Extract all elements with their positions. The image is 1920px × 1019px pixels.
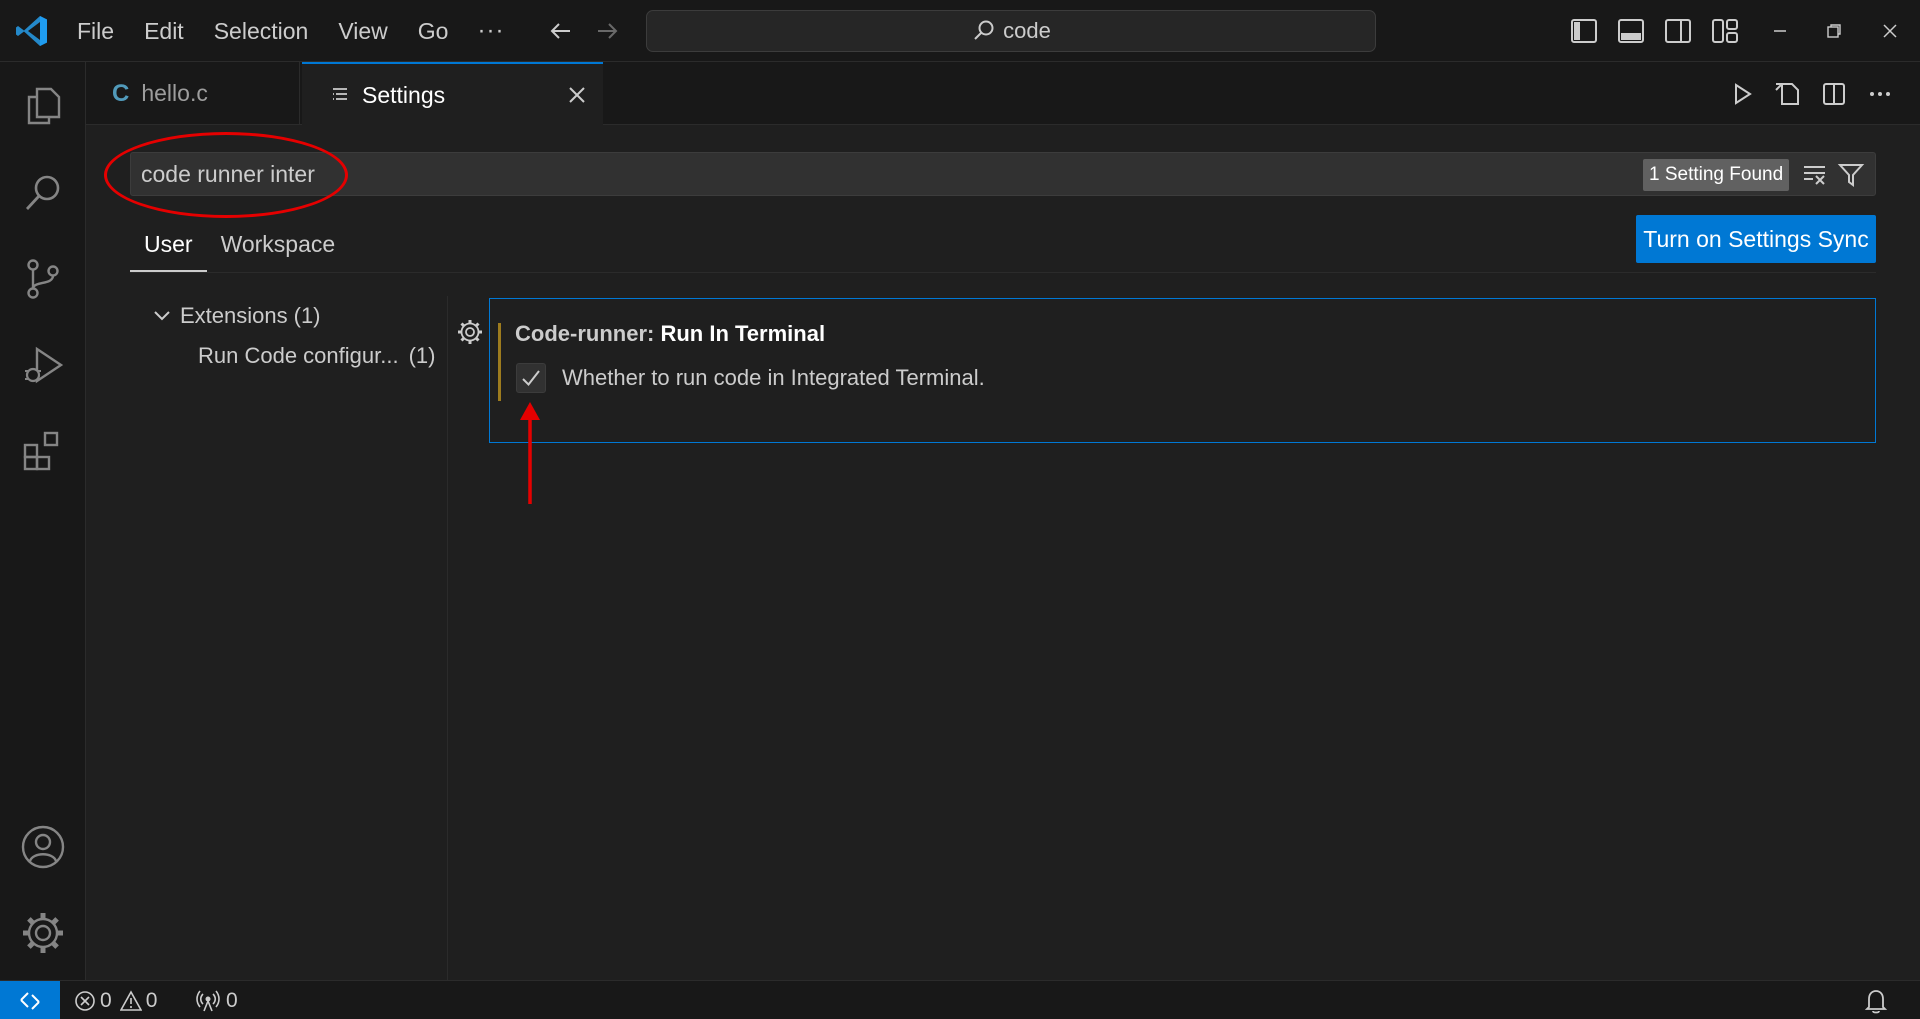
ports-count: 0 xyxy=(226,988,238,1012)
settings-search-box: 1 Setting Found xyxy=(130,152,1876,196)
c-file-icon: C xyxy=(112,79,130,107)
menu-bar: File Edit Selection View Go ··· xyxy=(62,0,518,62)
source-control-icon[interactable] xyxy=(18,254,68,304)
setting-name: Run In Terminal xyxy=(660,321,826,346)
remote-indicator-icon[interactable] xyxy=(0,981,60,1019)
error-icon xyxy=(75,990,95,1011)
close-icon[interactable] xyxy=(565,83,589,107)
settings-scope-tabs: User Workspace xyxy=(130,226,349,272)
menu-file[interactable]: File xyxy=(62,11,129,51)
split-editor-icon[interactable] xyxy=(1816,76,1852,112)
minimize-icon[interactable] xyxy=(1752,0,1808,62)
tab-label: hello.c xyxy=(141,80,208,106)
editor-actions xyxy=(1714,76,1898,112)
accounts-icon[interactable] xyxy=(18,822,68,872)
toc-extensions[interactable]: Extensions (1) xyxy=(130,296,448,336)
settings-search-input[interactable] xyxy=(141,153,1341,195)
broadcast-icon xyxy=(196,990,220,1011)
restore-icon[interactable] xyxy=(1806,0,1862,62)
run-and-debug-icon[interactable] xyxy=(18,340,68,390)
menu-view[interactable]: View xyxy=(323,11,402,51)
error-count: 0 xyxy=(100,988,112,1012)
arrow-left-icon[interactable] xyxy=(546,16,576,46)
setting-gear-icon[interactable] xyxy=(456,318,484,346)
toc-run-code-configuration[interactable]: Run Code configur... (1) xyxy=(130,336,448,376)
toggle-primary-sidebar-icon[interactable] xyxy=(1566,14,1602,48)
command-center-text: code xyxy=(1003,18,1051,43)
vscode-logo-icon xyxy=(16,16,47,46)
toc-extensions-count: (1) xyxy=(293,303,321,328)
setting-title: Code-runner: Run In Terminal xyxy=(515,321,825,347)
modified-indicator xyxy=(498,323,501,401)
setting-item-run-in-terminal: Code-runner: Run In Terminal Whether to … xyxy=(489,298,1876,443)
menu-edit[interactable]: Edit xyxy=(129,11,199,51)
open-settings-json-icon[interactable] xyxy=(1770,76,1806,112)
setting-description: Whether to run code in Integrated Termin… xyxy=(562,365,985,390)
explorer-icon[interactable] xyxy=(18,80,68,130)
settings-toc: Extensions (1) Run Code configur... (1) xyxy=(130,296,448,376)
menu-go[interactable]: Go xyxy=(403,11,464,51)
setting-category: Code-runner: xyxy=(515,321,661,346)
filter-icon[interactable] xyxy=(1837,161,1865,189)
bell-icon[interactable] xyxy=(1862,987,1890,1015)
toggle-secondary-sidebar-icon[interactable] xyxy=(1660,14,1696,48)
toc-sub-count: (1) xyxy=(408,343,436,368)
settings-editor-icon xyxy=(333,88,347,100)
tab-hello-c[interactable]: C hello.c xyxy=(86,62,300,125)
toggle-panel-icon[interactable] xyxy=(1613,14,1649,48)
extensions-icon[interactable] xyxy=(18,426,68,476)
tab-label: Settings xyxy=(362,81,446,108)
toc-sub-label: Run Code configur... xyxy=(198,343,399,368)
close-window-icon[interactable] xyxy=(1862,0,1918,62)
clear-filter-icon[interactable] xyxy=(1801,161,1829,189)
tab-workspace[interactable]: Workspace xyxy=(207,226,350,272)
command-center-search[interactable]: code xyxy=(646,10,1376,52)
search-icon[interactable] xyxy=(18,168,68,218)
arrow-right-icon[interactable] xyxy=(592,16,622,46)
chevron-down-icon xyxy=(154,311,170,321)
turn-on-settings-sync-button[interactable]: Turn on Settings Sync xyxy=(1636,215,1876,263)
check-icon xyxy=(522,370,540,387)
menu-more-icon[interactable]: ··· xyxy=(463,17,518,45)
problems-indicator[interactable]: 0 0 xyxy=(74,981,165,1019)
settings-found-badge: 1 Setting Found xyxy=(1643,159,1790,191)
toc-divider xyxy=(447,296,448,980)
editor-tab-bar: C hello.c Settings xyxy=(86,62,1920,126)
warning-count: 0 xyxy=(145,988,158,1012)
tab-user[interactable]: User xyxy=(130,226,207,272)
tab-settings[interactable]: Settings xyxy=(302,62,603,126)
status-bar: 0 0 0 xyxy=(0,980,1920,1019)
scope-divider xyxy=(130,272,1876,273)
ports-indicator[interactable]: 0 xyxy=(196,981,238,1019)
run-icon[interactable] xyxy=(1724,76,1760,112)
title-bar: File Edit Selection View Go ··· code xyxy=(0,0,1920,62)
run-in-terminal-checkbox[interactable] xyxy=(516,363,546,393)
customize-layout-icon[interactable] xyxy=(1707,14,1743,48)
toc-extensions-label: Extensions xyxy=(180,303,288,328)
more-actions-icon[interactable] xyxy=(1862,76,1898,112)
annotation-arrow-icon xyxy=(520,402,540,504)
layout-controls xyxy=(1566,14,1754,48)
menu-selection[interactable]: Selection xyxy=(199,11,324,51)
warning-icon xyxy=(119,989,142,1011)
manage-gear-icon[interactable] xyxy=(18,908,68,958)
search-icon xyxy=(974,20,994,40)
activity-bar xyxy=(0,62,86,980)
